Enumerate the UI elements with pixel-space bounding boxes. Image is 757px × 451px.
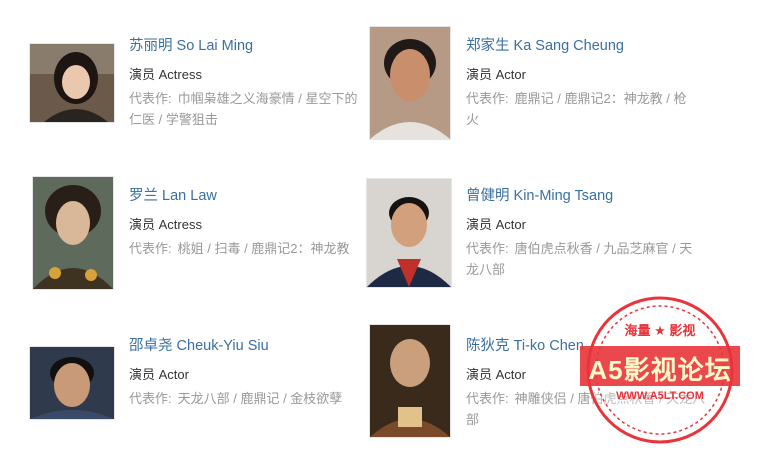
actor-card-4: 曾健明 Kin-Ming Tsang 演员 Actor 代表作: 唐伯虎点秋香 /… — [366, 178, 706, 300]
actor-photo[interactable] — [29, 43, 115, 123]
actor-role: 演员 Actor — [466, 217, 526, 232]
works-prefix: 代表作: — [466, 391, 509, 406]
actor-photo[interactable] — [369, 324, 451, 438]
works-prefix: 代表作: — [129, 91, 172, 106]
actor-name-link[interactable]: 罗兰 Lan Law — [129, 184, 217, 205]
actor-name-link[interactable]: 郑家生 Ka Sang Cheung — [466, 34, 624, 55]
actor-role: 演员 Actor — [466, 67, 526, 82]
actor-role: 演员 Actress — [129, 217, 202, 232]
watermark-stamp: 海量 ★ 影视 A5影视论坛 WWW.A5LT.COM — [580, 290, 740, 450]
works-line-2[interactable]: 仁医 / 学警狙击 — [129, 112, 218, 127]
actor-name-link[interactable]: 陈狄克 Ti-ko Chen — [466, 334, 584, 355]
works-line-1[interactable]: 唐伯虎点秋香 / 九品芝麻官 / 天 — [515, 241, 693, 256]
actor-photo[interactable] — [369, 26, 451, 140]
actor-photo[interactable] — [366, 178, 452, 288]
actor-card-1: 苏丽明 So Lai Ming 演员 Actress 代表作: 巾帼枭雄之义海豪情… — [29, 30, 369, 150]
watermark-url-text: WWW.A5LT.COM — [616, 390, 704, 402]
works-line-1[interactable]: 鹿鼎记 / 鹿鼎记2：神龙教 / 枪 — [515, 91, 687, 106]
actor-name-link[interactable]: 苏丽明 So Lai Ming — [129, 34, 253, 55]
works-line-1[interactable]: 天龙八部 / 鹿鼎记 / 金枝欲孽 — [178, 391, 343, 406]
actor-card-3: 罗兰 Lan Law 演员 Actress 代表作: 桃姐 / 扫毒 / 鹿鼎记2… — [29, 176, 369, 300]
works-line-2[interactable]: 火 — [466, 112, 479, 127]
works-prefix: 代表作: — [466, 91, 509, 106]
actor-card-2: 郑家生 Ka Sang Cheung 演员 Actor 代表作: 鹿鼎记 / 鹿鼎… — [369, 26, 709, 150]
actor-card-5: 邵卓尧 Cheuk-Yiu Siu 演员 Actor 代表作: 天龙八部 / 鹿鼎… — [29, 330, 369, 450]
actor-works: 代表作: 鹿鼎记 / 鹿鼎记2：神龙教 / 枪 火 — [466, 88, 706, 130]
works-prefix: 代表作: — [129, 391, 172, 406]
works-line-1[interactable]: 桃姐 / 扫毒 / 鹿鼎记2：神龙教 — [178, 241, 350, 256]
works-prefix: 代表作: — [466, 241, 509, 256]
actor-works: 代表作: 唐伯虎点秋香 / 九品芝麻官 / 天 龙八部 — [466, 238, 706, 280]
actor-name-link[interactable]: 邵卓尧 Cheuk-Yiu Siu — [129, 334, 269, 355]
works-prefix: 代表作: — [129, 241, 172, 256]
works-line-1[interactable]: 巾帼枭雄之义海豪情 / 星空下的 — [178, 91, 358, 106]
actor-role: 演员 Actor — [129, 367, 189, 382]
actor-role: 演员 Actress — [129, 67, 202, 82]
actor-works: 代表作: 巾帼枭雄之义海豪情 / 星空下的 仁医 / 学警狙击 — [129, 88, 369, 130]
actor-photo[interactable] — [32, 176, 114, 290]
actor-works: 代表作: 天龙八部 / 鹿鼎记 / 金枝欲孽 — [129, 388, 369, 409]
actor-role: 演员 Actor — [466, 367, 526, 382]
actor-name-link[interactable]: 曾健明 Kin-Ming Tsang — [466, 184, 613, 205]
actor-photo[interactable] — [29, 346, 115, 420]
actor-works: 代表作: 桃姐 / 扫毒 / 鹿鼎记2：神龙教 — [129, 238, 369, 259]
watermark-top-text: 海量 ★ 影视 — [624, 323, 696, 338]
works-line-2[interactable]: 龙八部 — [466, 262, 505, 277]
watermark-main-text: A5影视论坛 — [588, 355, 732, 385]
